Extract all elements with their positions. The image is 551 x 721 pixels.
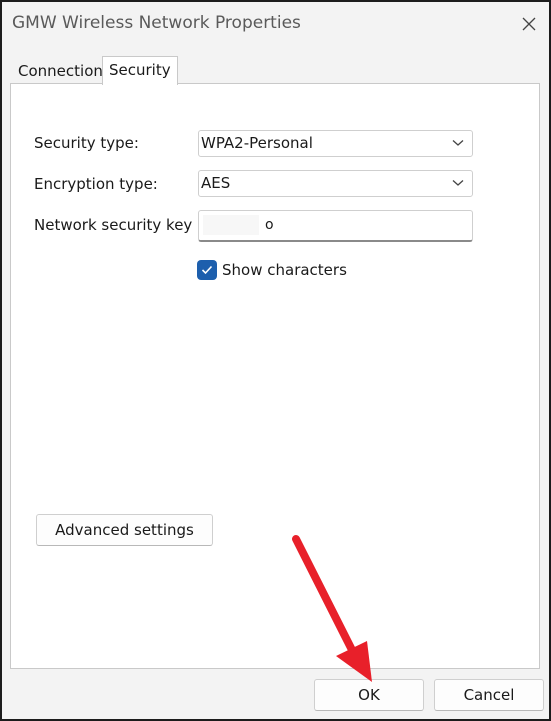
security-type-select[interactable]: WPA2-Personal bbox=[198, 130, 473, 157]
window-title: GMW Wireless Network Properties bbox=[12, 13, 301, 33]
chevron-down-icon bbox=[452, 180, 464, 186]
security-panel: Security type: WPA2-Personal Encryption … bbox=[10, 83, 540, 669]
show-characters-label: Show characters bbox=[222, 261, 347, 279]
network-key-input[interactable]: o bbox=[198, 210, 473, 242]
cancel-button[interactable]: Cancel bbox=[434, 679, 544, 711]
network-key-value: o bbox=[265, 217, 274, 233]
redacted-key-segment bbox=[203, 215, 259, 235]
chevron-down-icon bbox=[452, 140, 464, 146]
security-type-label: Security type: bbox=[34, 134, 139, 152]
network-key-label: Network security key bbox=[34, 216, 193, 234]
security-type-value: WPA2-Personal bbox=[201, 134, 313, 152]
tab-bar: Connection Security bbox=[2, 56, 549, 85]
advanced-settings-button[interactable]: Advanced settings bbox=[36, 514, 213, 546]
show-characters-row[interactable]: Show characters bbox=[197, 259, 347, 281]
encryption-type-select[interactable]: AES bbox=[198, 170, 473, 197]
show-characters-checkbox[interactable] bbox=[197, 260, 217, 280]
close-icon bbox=[522, 17, 536, 31]
title-bar: GMW Wireless Network Properties bbox=[2, 2, 549, 46]
close-button[interactable] bbox=[514, 10, 544, 38]
encryption-type-label: Encryption type: bbox=[34, 175, 158, 193]
ok-button[interactable]: OK bbox=[314, 679, 424, 711]
properties-dialog: GMW Wireless Network Properties Connecti… bbox=[0, 0, 551, 721]
tab-connection[interactable]: Connection bbox=[12, 58, 109, 84]
encryption-type-value: AES bbox=[201, 174, 231, 192]
checkmark-icon bbox=[201, 265, 213, 275]
tab-security[interactable]: Security bbox=[102, 56, 178, 85]
